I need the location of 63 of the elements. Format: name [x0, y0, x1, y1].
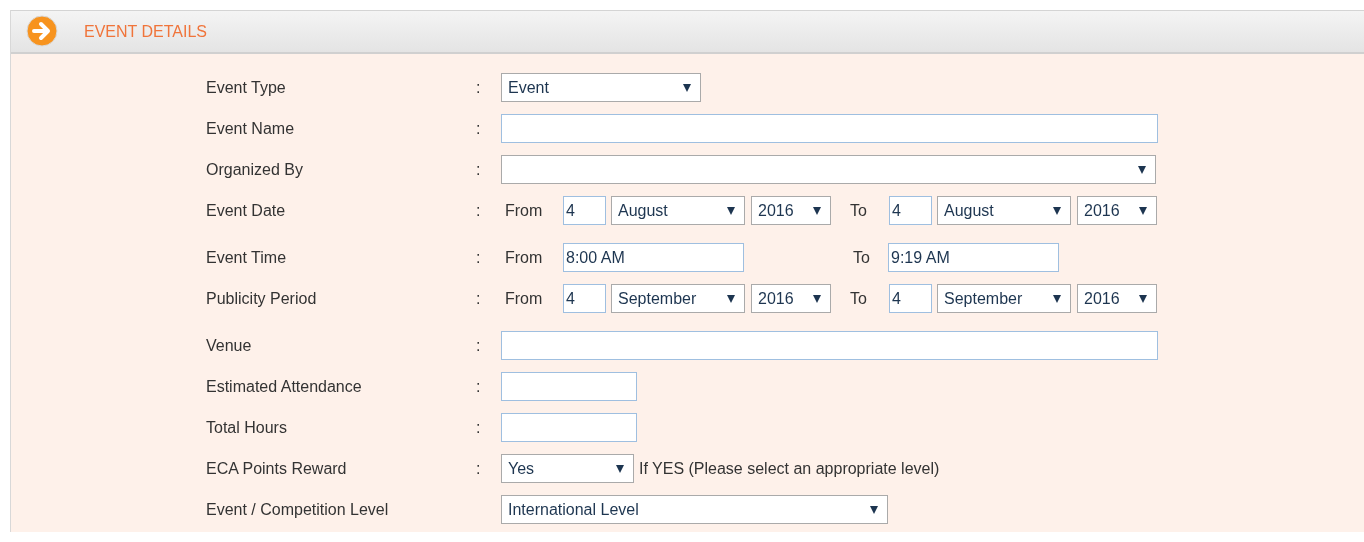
input-field[interactable]: 4: [889, 196, 932, 225]
field-label: Venue: [206, 336, 253, 355]
colon: :: [475, 201, 482, 220]
caret-icon: [813, 206, 821, 215]
dropdown[interactable]: September: [611, 284, 745, 313]
field-label: ECA Points Reward: [206, 459, 348, 478]
dropdown[interactable]: International Level: [501, 495, 888, 524]
colon: :: [475, 119, 482, 138]
field-label: Publicity Period: [206, 289, 318, 308]
dropdown[interactable]: [501, 155, 1156, 184]
field-label: From: [505, 248, 544, 267]
caret-icon: [727, 206, 735, 215]
field-label: Event Type: [206, 78, 287, 97]
caret-icon: [727, 294, 735, 303]
field-label: From: [505, 289, 544, 308]
dropdown[interactable]: September: [937, 284, 1071, 313]
colon: :: [475, 459, 482, 478]
dropdown[interactable]: Yes: [501, 454, 634, 483]
caret-icon: [616, 464, 624, 473]
dropdown[interactable]: August: [937, 196, 1071, 225]
colon: :: [475, 160, 482, 179]
field-label: To: [850, 201, 868, 220]
field-label: Event / Competition Level: [206, 500, 390, 519]
field-label: From: [505, 201, 544, 220]
field-label: Event Time: [206, 248, 288, 267]
field-label: Total Hours: [206, 418, 288, 437]
field-label: Event Name: [206, 119, 296, 138]
input-field[interactable]: 9:19 AM: [888, 243, 1059, 272]
caret-icon: [1138, 165, 1146, 174]
colon: :: [475, 78, 482, 97]
section-title: EVENT DETAILS: [84, 22, 207, 41]
hint-text: If YES (Please select an appropriate level): [639, 459, 940, 478]
input-field[interactable]: 4: [889, 284, 932, 313]
dropdown[interactable]: 2016: [1077, 284, 1157, 313]
caret-icon: [1053, 294, 1061, 303]
colon: :: [475, 377, 482, 396]
field-label: Estimated Attendance: [206, 377, 363, 396]
colon: :: [475, 289, 482, 308]
input-field[interactable]: 8:00 AM: [563, 243, 744, 272]
input-field[interactable]: 4: [563, 196, 606, 225]
input-field[interactable]: [501, 114, 1158, 143]
dropdown[interactable]: 2016: [751, 284, 831, 313]
colon: :: [475, 336, 482, 355]
field-label: To: [850, 289, 868, 308]
field-label: Event Date: [206, 201, 287, 220]
caret-icon: [1053, 206, 1061, 215]
dropdown[interactable]: 2016: [1077, 196, 1157, 225]
input-field[interactable]: [501, 413, 637, 442]
caret-icon: [683, 83, 691, 92]
colon: :: [475, 248, 482, 267]
dropdown[interactable]: 2016: [751, 196, 831, 225]
input-field[interactable]: [501, 372, 637, 401]
field-label: To: [853, 248, 871, 267]
caret-icon: [1139, 294, 1147, 303]
caret-icon: [870, 505, 878, 514]
dropdown[interactable]: August: [611, 196, 745, 225]
caret-icon: [1139, 206, 1147, 215]
dropdown[interactable]: Event: [501, 73, 701, 102]
colon: :: [475, 418, 482, 437]
input-field[interactable]: [501, 331, 1158, 360]
caret-icon: [813, 294, 821, 303]
field-label: Organized By: [206, 160, 304, 179]
input-field[interactable]: 4: [563, 284, 606, 313]
